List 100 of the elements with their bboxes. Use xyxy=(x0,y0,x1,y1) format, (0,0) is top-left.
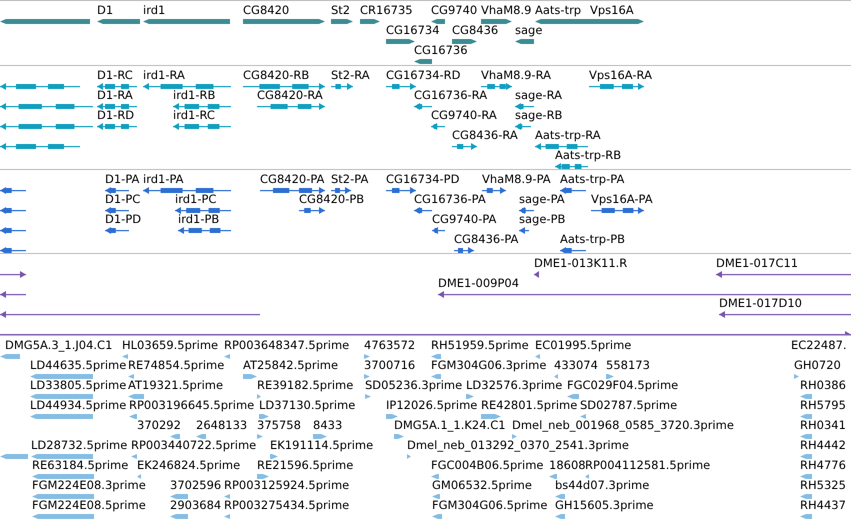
feature-label[interactable]: DME1-013K11.R xyxy=(534,257,628,270)
feature-label[interactable]: LD44934.5prime xyxy=(30,399,126,412)
feature-label[interactable]: Aats-trp-RB xyxy=(555,149,622,162)
feature-label[interactable]: HL03659.5prime xyxy=(122,339,218,352)
feature-label[interactable]: CG8420 xyxy=(243,4,290,17)
feature-label[interactable]: IP12026.5prime xyxy=(386,399,478,412)
feature-label[interactable]: GH15605.3prime xyxy=(555,499,654,512)
feature-label[interactable]: ird1 xyxy=(143,4,166,17)
feature-label[interactable]: ird1-PC xyxy=(175,193,216,206)
feature-label[interactable]: VhaM8.9-PA xyxy=(482,173,551,186)
feature-label[interactable]: EK191114.5prime xyxy=(270,439,374,452)
feature-label[interactable]: sage-RB xyxy=(515,109,562,122)
feature-label[interactable]: RP003648347.5prime xyxy=(224,339,350,352)
feature-label[interactable]: Vps16A-PA xyxy=(591,193,653,206)
feature-label[interactable]: GH0720 xyxy=(794,359,841,372)
feature-label[interactable]: SD02787.5prime xyxy=(580,399,678,412)
feature-label[interactable]: CG16734-RD xyxy=(386,69,461,82)
feature-label[interactable]: LD37130.5prime xyxy=(259,399,356,412)
feature-label[interactable]: FGM304G06.5prime xyxy=(432,499,548,512)
feature-label[interactable]: LD28732.5prime xyxy=(31,439,128,452)
feature-label[interactable]: 18608 xyxy=(549,459,586,472)
feature-label[interactable]: D1-PD xyxy=(105,213,142,226)
feature-label[interactable]: EC01995.5prime xyxy=(535,339,632,352)
feature-label[interactable]: LD32576.3prime xyxy=(466,379,562,392)
feature-label[interactable]: RH0386 xyxy=(800,379,846,392)
feature-label[interactable]: CG8436-RA xyxy=(452,129,518,142)
feature-label[interactable]: RH4437 xyxy=(800,499,846,512)
feature-label[interactable]: CG16734-PD xyxy=(386,173,460,186)
feature-label[interactable]: Aats-trp-RA xyxy=(535,129,601,142)
feature-label[interactable]: Aats-trp xyxy=(535,4,582,17)
feature-label[interactable]: ird1-PA xyxy=(143,173,184,186)
feature-label[interactable]: EK246824.5prime xyxy=(137,459,240,472)
feature-label[interactable]: RP003125924.5prime xyxy=(224,479,350,492)
feature-label[interactable]: RH0341 xyxy=(800,419,846,432)
feature-label[interactable]: St2-RA xyxy=(331,69,370,82)
feature-label[interactable]: CG8436-PA xyxy=(454,233,518,246)
feature-label[interactable]: ird1-RA xyxy=(143,69,185,82)
feature-label[interactable]: D1-PA xyxy=(105,173,140,186)
feature-label[interactable]: RH5795 xyxy=(800,399,846,412)
feature-label[interactable]: RH4776 xyxy=(800,459,846,472)
feature-label[interactable]: D1-RA xyxy=(97,89,133,102)
feature-label[interactable]: SD05236.3prime xyxy=(365,379,462,392)
feature-label[interactable]: FGC004B06.5prime xyxy=(431,459,544,472)
feature-label[interactable]: Aats-trp-PA xyxy=(560,173,624,186)
feature-label[interactable]: D1-RC xyxy=(97,69,133,82)
feature-label[interactable]: CG8420-RA xyxy=(257,89,323,102)
feature-label[interactable]: FGC029F04.5prime xyxy=(567,379,678,392)
feature-label[interactable]: RH5325 xyxy=(800,479,846,492)
feature-label[interactable]: RP003196645.5prime xyxy=(129,399,254,412)
feature-label[interactable]: St2 xyxy=(331,4,350,17)
feature-label[interactable]: CG16736 xyxy=(414,44,468,57)
feature-label[interactable]: RH4442 xyxy=(800,439,846,452)
feature-label[interactable]: ird1-RC xyxy=(173,109,215,122)
feature-label[interactable]: 2648133 xyxy=(196,419,248,432)
feature-label[interactable]: bs44d07.3prime xyxy=(555,479,650,492)
feature-label[interactable]: DME1-009P04 xyxy=(438,277,520,290)
feature-label[interactable]: RE21596.5prime xyxy=(257,459,354,472)
feature-label[interactable]: sage-PB xyxy=(519,213,566,226)
feature-label[interactable]: CG8420-PA xyxy=(260,173,324,186)
feature-label[interactable]: AT25842.5prime xyxy=(243,359,338,372)
feature-label[interactable]: RE39182.5prime xyxy=(257,379,354,392)
feature-label[interactable]: sage-PA xyxy=(519,193,565,206)
feature-label[interactable]: ird1-PB xyxy=(178,213,220,226)
feature-label[interactable]: RE63184.5prime xyxy=(32,459,128,472)
feature-label[interactable]: D1 xyxy=(97,4,114,17)
feature-label[interactable]: VhaM8.9-RA xyxy=(481,69,551,82)
feature-label[interactable]: FGM224E08.5prime xyxy=(32,499,146,512)
feature-label[interactable]: FGM304G06.3prime xyxy=(431,359,546,372)
feature-label[interactable]: DMG5A.3_1.J04.C1 xyxy=(5,339,112,352)
feature-label[interactable]: 2903684 xyxy=(170,499,222,512)
feature-label[interactable]: 3700716 xyxy=(364,359,416,372)
feature-label[interactable]: CG8420-RB xyxy=(243,69,310,82)
feature-label[interactable]: 433074 xyxy=(554,359,598,372)
feature-label[interactable]: 375758 xyxy=(257,419,301,432)
feature-label[interactable]: RP004112581.5prime xyxy=(585,459,710,472)
feature-label[interactable]: LD44635.5prime xyxy=(30,359,126,372)
feature-label[interactable]: Dmel_neb_013292_0370_2541.3prime xyxy=(407,439,629,452)
feature-label[interactable]: CG9740 xyxy=(431,4,478,17)
feature-label[interactable]: DMG5A.1_1.K24.C1 xyxy=(394,419,506,432)
feature-label[interactable]: CG9740-RA xyxy=(431,109,497,122)
feature-label[interactable]: Vps16A xyxy=(590,4,634,17)
feature-label[interactable]: CG9740-PA xyxy=(432,213,496,226)
feature-label[interactable]: CR16735 xyxy=(360,4,413,17)
feature-label[interactable]: DME1-017C11 xyxy=(716,257,798,270)
feature-label[interactable]: Vps16A-RA xyxy=(589,69,652,82)
feature-label[interactable]: CG16734 xyxy=(386,24,440,37)
feature-label[interactable]: 558173 xyxy=(606,359,650,372)
feature-label[interactable]: 8433 xyxy=(313,419,342,432)
feature-label[interactable]: DME1-017D10 xyxy=(719,297,802,310)
feature-label[interactable]: St2-PA xyxy=(331,173,368,186)
feature-label[interactable]: RE74854.5prime xyxy=(128,359,224,372)
feature-label[interactable]: EC22487. xyxy=(791,339,847,352)
feature-label[interactable]: LD33805.5prime xyxy=(30,379,126,392)
feature-label[interactable]: ird1-RB xyxy=(173,89,216,102)
feature-label[interactable]: RP003275434.5prime xyxy=(224,499,350,512)
feature-label[interactable]: VhaM8.9 xyxy=(481,4,532,17)
feature-label[interactable]: CG8420-PB xyxy=(299,193,364,206)
feature-label[interactable]: 4763572 xyxy=(364,339,416,352)
feature-label[interactable]: Aats-trp-PB xyxy=(560,233,626,246)
feature-label[interactable]: sage xyxy=(515,24,542,37)
